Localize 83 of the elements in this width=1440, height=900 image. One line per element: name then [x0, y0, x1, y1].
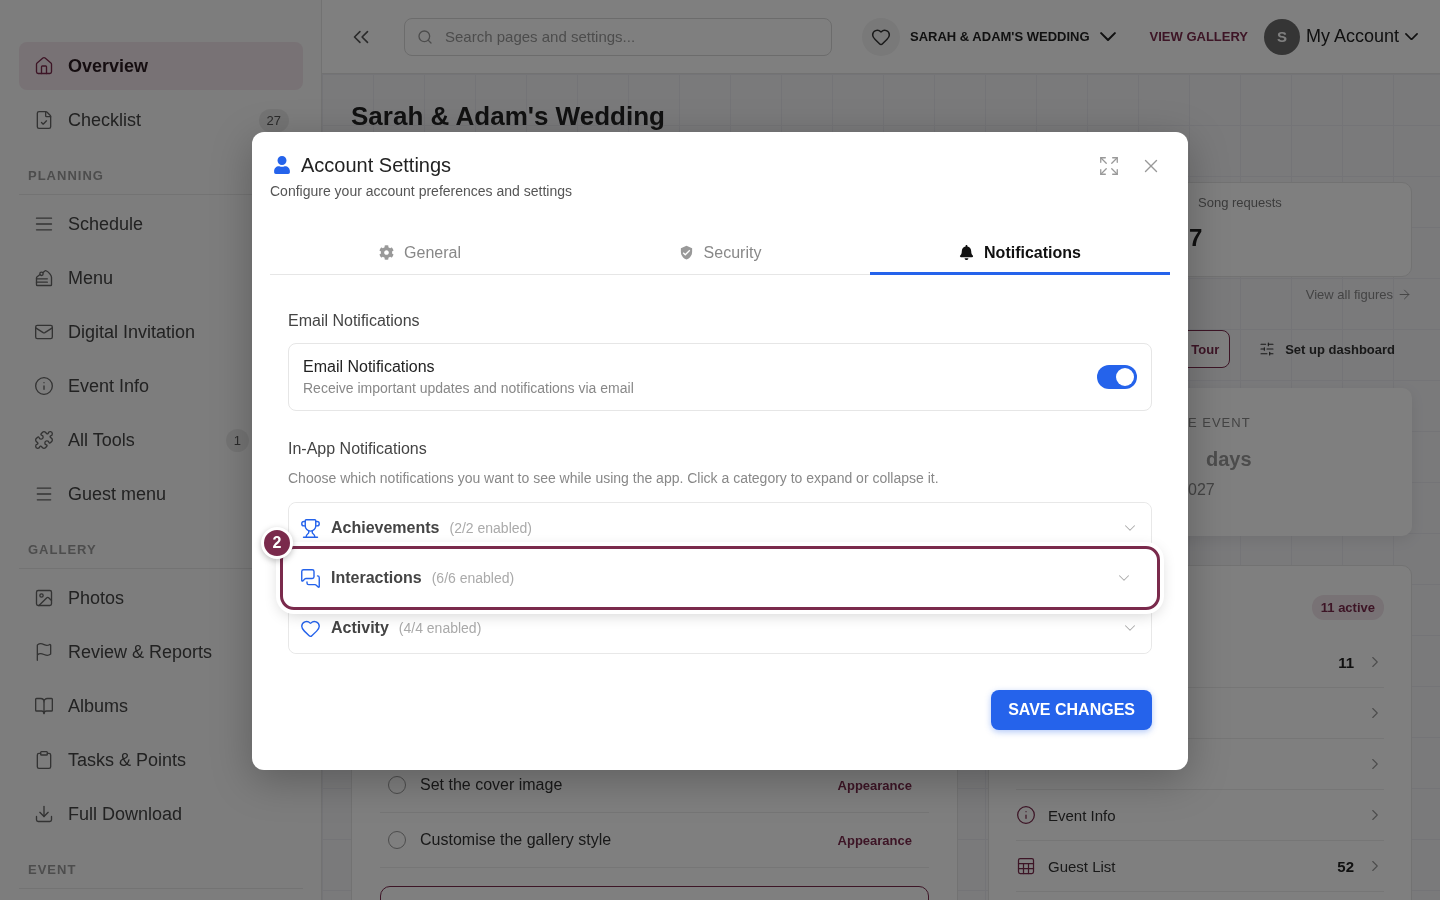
- settings-icon: [379, 245, 395, 260]
- row-label[interactable]: Guest List: [1048, 857, 1326, 875]
- sidebar-item-label: Review & Reports: [68, 641, 214, 663]
- puzzle-icon: [34, 430, 54, 450]
- dialog-title: Account Settings: [301, 153, 452, 178]
- table-icon: [1016, 856, 1036, 876]
- task-checkbox[interactable]: [388, 776, 406, 794]
- home-icon: [34, 56, 54, 76]
- sidebar-item-label: Albums: [68, 695, 130, 717]
- sidebar-item[interactable]: Overview: [19, 42, 303, 90]
- setting-description: Receive important updates and notifications via email: [303, 380, 635, 396]
- step-badge: 2: [261, 527, 293, 559]
- stat-value: 7: [1189, 224, 1204, 252]
- sidebar-item-label: All Tools: [68, 429, 136, 451]
- flag-icon: [34, 642, 54, 662]
- sidebar-item-label: Schedule: [68, 213, 145, 235]
- mail-icon: [34, 322, 54, 342]
- sidebar-item[interactable]: Full Download: [19, 790, 303, 838]
- setting-title: Email Notifications: [303, 358, 436, 376]
- file-check-icon: [34, 110, 54, 130]
- save-button[interactable]: SAVE CHANGES: [991, 690, 1152, 730]
- clipboard-icon: [34, 750, 54, 770]
- expand-button[interactable]: [1098, 155, 1120, 177]
- avatar: S: [1264, 18, 1301, 55]
- cake-icon: [34, 268, 54, 288]
- section-title: Email Notifications: [288, 311, 421, 331]
- sidebar-item-label: Event Info: [68, 375, 151, 397]
- info-icon: [34, 376, 54, 396]
- category-count: (6/6 enabled): [431, 570, 516, 586]
- sidebar-item[interactable]: Tasks & Points: [19, 736, 303, 784]
- count-badge: 27: [258, 108, 289, 132]
- category-title: Interactions: [331, 569, 422, 587]
- active-badge: 11 active: [1311, 595, 1384, 620]
- search-icon: [417, 28, 433, 45]
- section-title: In-App Notifications: [288, 439, 428, 459]
- chevron-down-icon: [1405, 32, 1419, 41]
- shield-icon: [678, 245, 694, 260]
- bell-icon: [959, 245, 975, 260]
- trophy-icon: [300, 517, 321, 539]
- task-category: Appearance: [837, 832, 912, 848]
- row-count: 52: [1337, 857, 1354, 875]
- sidebar-item[interactable]: Checklist 27: [19, 96, 303, 144]
- sidebar-item[interactable]: Albums: [19, 682, 303, 730]
- user-icon: [273, 156, 291, 174]
- stat-label: Song requests: [1198, 195, 1283, 210]
- setup-dashboard-button[interactable]: Set up dashboard: [1259, 330, 1395, 368]
- sidebar-item-label: Overview: [68, 55, 150, 77]
- event-selector[interactable]: SARAH & ADAM'S WEDDING: [862, 17, 1116, 56]
- tab[interactable]: Notifications: [870, 233, 1170, 275]
- task-checkbox[interactable]: [388, 831, 406, 849]
- chevron-down-icon: [1099, 31, 1116, 42]
- chat-bubbles-icon: [300, 567, 321, 589]
- download-icon: [34, 804, 54, 824]
- category-title: Achievements: [331, 519, 440, 537]
- sliders-icon: [1259, 341, 1276, 357]
- image-icon: [34, 588, 54, 608]
- book-icon: [34, 696, 54, 716]
- sidebar-item[interactable]: Event Info: [19, 362, 303, 410]
- row-count: 11: [1338, 653, 1354, 671]
- row-label[interactable]: Event Info: [1048, 806, 1354, 824]
- section-description: Choose which notifications you want to see while using the app. Click a category to expand or collapse it.: [288, 469, 940, 487]
- category-count: (2/2 enabled): [449, 520, 533, 536]
- page-title: Sarah & Adam's Wedding: [351, 101, 666, 131]
- sidebar-item-label: Menu: [68, 267, 115, 289]
- sidebar-item-label: Guest menu: [68, 483, 168, 505]
- sidebar-item-label: Checklist: [68, 109, 143, 131]
- toggle-switch[interactable]: [1097, 365, 1137, 389]
- account-menu[interactable]: S My Account: [1264, 18, 1419, 55]
- category-title: Activity: [331, 619, 389, 637]
- sidebar-item-label: Digital Invitation: [68, 321, 197, 343]
- sidebar-item-label: Tasks & Points: [68, 749, 188, 771]
- task-label: Set the cover image: [420, 776, 564, 794]
- arrow-right-icon: [1397, 287, 1412, 302]
- task-category: Appearance: [837, 777, 912, 793]
- sidebar-item-label: Photos: [68, 587, 126, 609]
- view-gallery-link[interactable]: VIEW GALLERY: [1149, 29, 1249, 44]
- category-count: (4/4 enabled): [398, 620, 483, 636]
- task-label: Customise the gallery style: [420, 831, 613, 849]
- countdown-date: 027: [1188, 481, 1216, 499]
- sidebar-item-label: Full Download: [68, 803, 184, 825]
- count-badge: 1: [225, 428, 249, 452]
- info-icon: [1016, 805, 1036, 825]
- tab[interactable]: Security: [570, 233, 870, 275]
